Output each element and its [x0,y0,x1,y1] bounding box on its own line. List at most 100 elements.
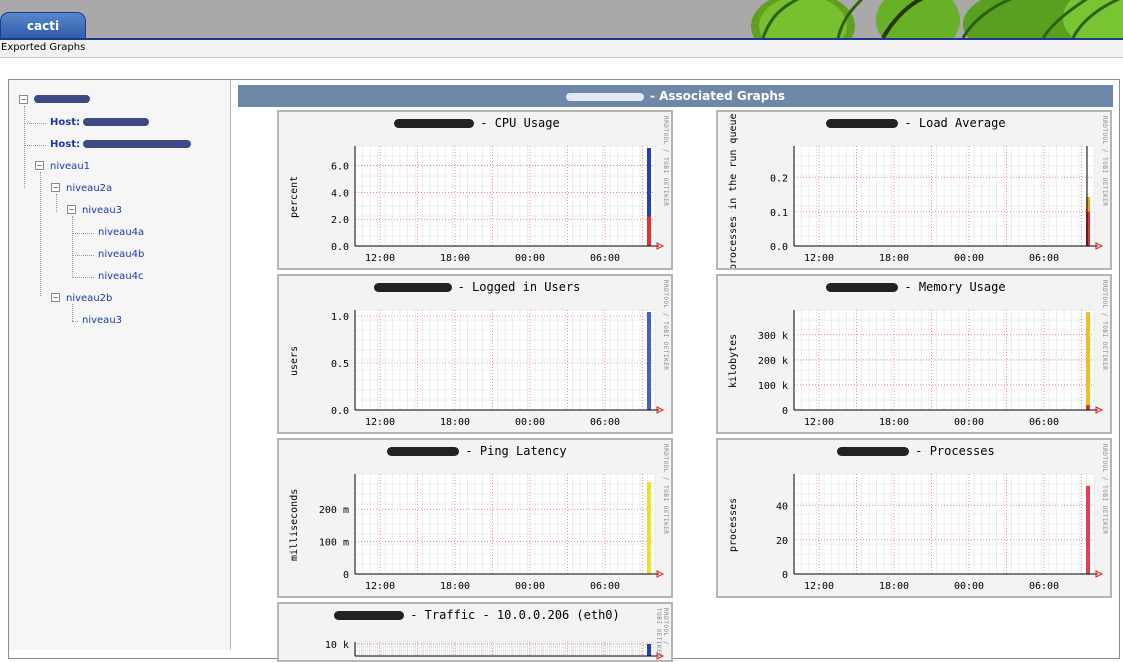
x-tick-label: 18:00 [440,417,470,428]
breadcrumb[interactable]: Exported Graphs [1,42,85,53]
y-tick-label: 6.0 [331,161,349,172]
tree-connector [72,255,94,256]
rrdtool-watermark: RRDTOOL / TOBI OETIKER [1101,280,1108,371]
y-tick-label: 0.1 [770,208,788,219]
tree-connector [40,172,41,296]
rrdtool-watermark: RRDTOOL / TOBI OETIKER [662,280,669,371]
minus-box-icon[interactable]: − [19,95,28,104]
tab-cacti[interactable]: cacti [0,12,86,38]
rrdtool-watermark: RRDTOOL / TOBI OETIKER [655,608,669,658]
graph-processes[interactable]: 0 20 40 12:00 18:00 00:00 06:00 - Processes RR… [716,438,1112,598]
tree-node-niveau2a[interactable]: niveau2a [66,183,112,194]
minus-box-icon[interactable]: − [51,293,60,302]
associated-graphs-header: - Associated Graphs [238,85,1113,107]
y-tick-label: 20 [776,536,788,547]
x-tick-label: 06:00 [590,253,620,264]
y-tick-label: 200 k [758,356,788,367]
redacted-text [837,447,910,456]
series-mark [1086,485,1090,574]
x-tick-label: 12:00 [804,581,834,592]
rrdtool-watermark: RRDTOOL / TOBI OETIKER [1101,116,1108,207]
graph-traffic[interactable]: 10 k - Traffic - 10.0.0.206 (eth0) RRDTO… [277,602,673,662]
redacted-text [565,92,644,101]
y-tick-label: 0.2 [770,174,788,185]
graph-memory-usage[interactable]: 0 100 k 200 k 300 k 12:00 18:00 00:00 06:00 - M… [716,274,1112,434]
tree-root[interactable] [34,94,90,105]
graph-title: - Ping Latency [279,444,671,458]
tree-host-1[interactable]: Host: [50,117,150,128]
tree-connector [24,145,46,146]
tree-node-niveau4b[interactable]: niveau4b [98,249,144,260]
x-tick-label: 06:00 [590,417,620,428]
tree-node-niveau4c[interactable]: niveau4c [98,271,144,282]
x-tick-label: 00:00 [954,581,984,592]
rrdtool-watermark: RRDTOOL / TOBI OETIKER [662,116,669,207]
tree-connector [24,106,25,188]
series-mark [647,481,651,574]
graph-title: - Logged in Users [279,280,671,294]
graph-tree: − Host: Host: − niveau1 − niveau2a − niv… [9,80,231,650]
redacted-text [394,119,475,128]
series-mark [647,644,651,656]
x-tick-label: 12:00 [365,417,395,428]
rrdtool-watermark: RRDTOOL / TOBI OETIKER [1101,444,1108,535]
series-mark [647,312,651,410]
y-tick-label: 0 [782,570,788,581]
x-tick-label: 12:00 [365,581,395,592]
minus-box-icon[interactable]: − [67,205,76,214]
series-mark [647,216,651,246]
graph-cpu-usage[interactable]: 0.0 2.0 4.0 6.0 12:00 18:00 00:00 06:00 - CPU U… [277,110,673,270]
graph-title: - Load Average [718,116,1110,130]
redacted-text [83,140,192,148]
x-tick-label: 00:00 [954,417,984,428]
y-tick-label: 4.0 [331,188,349,199]
x-tick-label: 18:00 [879,253,909,264]
x-tick-label: 12:00 [365,253,395,264]
series-mark [1086,312,1090,410]
tree-connector [72,216,73,278]
x-tick-label: 18:00 [879,417,909,428]
x-tick-label: 06:00 [590,581,620,592]
redacted-text [826,119,899,128]
graph-load-average[interactable]: 0.0 0.1 0.2 12:00 18:00 00:00 06:00 - Load Ave… [716,110,1112,270]
y-axis-label: percent [289,175,300,219]
x-tick-label: 18:00 [440,253,470,264]
y-tick-label: 100 k [758,381,788,392]
x-tick-label: 06:00 [1029,581,1059,592]
minus-box-icon[interactable]: − [51,183,60,192]
top-bar: cacti [0,0,1123,40]
graph-logged-in-users[interactable]: 0.0 0.5 1.0 12:00 18:00 00:00 06:00 - Logged i… [277,274,673,434]
plot-area: 0.0 2.0 4.0 6.0 12:00 18:00 00:00 06:00 [331,145,665,264]
y-tick-label: 0.0 [770,242,788,253]
y-tick-label: 200 m [319,505,349,516]
redacted-text [334,611,405,620]
series-mark [1086,405,1090,410]
tree-connector [24,123,46,124]
minus-box-icon[interactable]: − [35,161,44,170]
x-tick-label: 12:00 [804,417,834,428]
redacted-text [83,118,150,126]
tree-node-niveau4a[interactable]: niveau4a [98,227,144,238]
plot-area: 0 20 40 12:00 18:00 00:00 06:00 [776,473,1104,592]
graph-title: - Processes [718,444,1110,458]
x-tick-label: 06:00 [1029,417,1059,428]
tree-node-niveau1[interactable]: niveau1 [50,161,90,172]
plot-area: 0.0 0.5 1.0 12:00 18:00 00:00 06:00 [331,309,665,428]
graph-title: - CPU Usage [279,116,671,130]
x-tick-label: 00:00 [515,253,545,264]
breadcrumb-bar: Exported Graphs [0,40,1123,58]
y-tick-label: 10 k [325,640,349,651]
tree-node-niveau3-b[interactable]: niveau3 [82,315,122,326]
redacted-text [387,447,460,456]
x-tick-label: 00:00 [515,581,545,592]
plot-area: 0 100 k 200 k 300 k 12:00 18:00 00:00 06:00 [758,309,1104,428]
tree-host-2[interactable]: Host: [50,139,192,150]
tree-connector [72,277,94,278]
graph-title: - Traffic - 10.0.0.206 (eth0) [279,608,671,622]
tree-node-niveau2b[interactable]: niveau2b [66,293,112,304]
graph-ping-latency[interactable]: 0 100 m 200 m 12:00 18:00 00:00 06:00 - Ping L… [277,438,673,598]
graph-title: - Memory Usage [718,280,1110,294]
y-axis-label: processes [728,497,739,553]
y-axis-label: kilobytes [728,333,739,389]
tree-node-niveau3[interactable]: niveau3 [82,205,122,216]
